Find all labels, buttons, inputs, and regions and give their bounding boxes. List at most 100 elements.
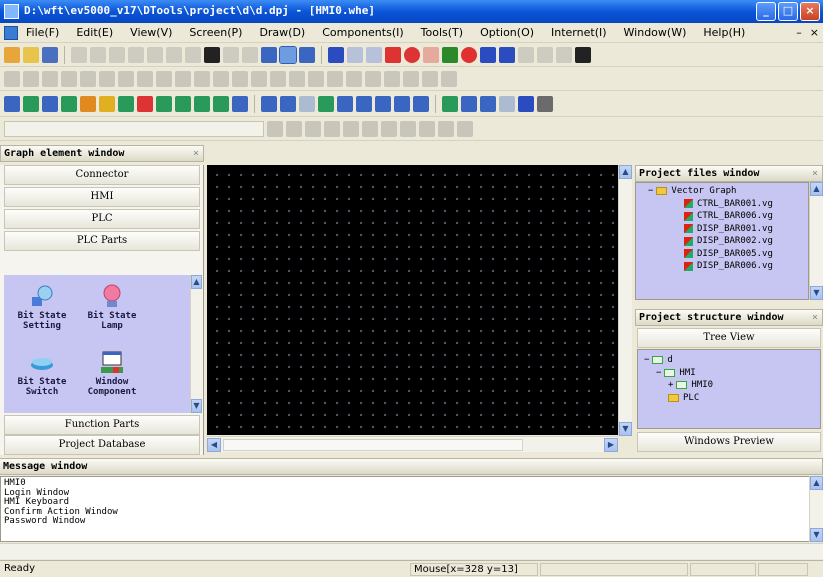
- order-icon[interactable]: [365, 70, 381, 87]
- space-v-icon[interactable]: [194, 70, 210, 87]
- page-first-icon[interactable]: [261, 95, 277, 112]
- same-width-icon[interactable]: [118, 70, 134, 87]
- ellipse-icon[interactable]: [404, 46, 420, 63]
- polygon-icon[interactable]: [442, 46, 458, 63]
- upload-icon[interactable]: [413, 95, 429, 112]
- font-color-icon[interactable]: [362, 120, 378, 137]
- nudge-icon[interactable]: [403, 70, 419, 87]
- delete-icon[interactable]: [166, 46, 182, 63]
- scroll-up-icon[interactable]: ▲: [810, 476, 823, 490]
- compile-icon[interactable]: [318, 95, 334, 112]
- grid-icon[interactable]: [279, 45, 297, 64]
- parts-scrollbar[interactable]: ▲ ▼: [190, 275, 202, 413]
- simulate-icon[interactable]: [356, 95, 372, 112]
- menu-edit[interactable]: Edit(E): [76, 26, 113, 39]
- line-color-icon[interactable]: [400, 120, 416, 137]
- save-icon[interactable]: [42, 46, 58, 63]
- category-connector[interactable]: Connector: [4, 165, 200, 185]
- paste-icon[interactable]: [109, 46, 125, 63]
- font-select[interactable]: [4, 120, 264, 137]
- arc-icon[interactable]: [423, 46, 439, 63]
- expand-icon[interactable]: +: [668, 379, 673, 392]
- collapse-icon[interactable]: −: [656, 367, 661, 380]
- menu-screen[interactable]: Screen(P): [189, 26, 242, 39]
- rotate-icon[interactable]: [327, 70, 343, 87]
- canvas-vscrollbar[interactable]: ▲ ▼: [618, 165, 632, 436]
- numeric-input-icon[interactable]: [61, 95, 77, 112]
- tree-plc[interactable]: PLC: [644, 392, 713, 405]
- scroll-up-icon[interactable]: ▲: [191, 275, 202, 289]
- flip-h-icon[interactable]: [289, 70, 305, 87]
- menu-components[interactable]: Components(I): [322, 26, 403, 39]
- menu-option[interactable]: Option(O): [480, 26, 534, 39]
- page-next-icon[interactable]: [299, 95, 315, 112]
- align-text-center-icon[interactable]: [324, 120, 340, 137]
- pointer-icon[interactable]: [328, 46, 344, 63]
- page-prev-icon[interactable]: [280, 95, 296, 112]
- open-icon[interactable]: [23, 46, 39, 63]
- meter-icon[interactable]: [118, 95, 134, 112]
- close-icon[interactable]: ×: [812, 310, 818, 325]
- align-center-icon[interactable]: [80, 70, 96, 87]
- message-window[interactable]: HMI0 Login Window HMI Keyboard Confirm A…: [0, 476, 818, 542]
- menu-help[interactable]: Help(H): [703, 26, 745, 39]
- tool-icon[interactable]: [242, 46, 258, 63]
- offline-sim-icon[interactable]: [394, 95, 410, 112]
- front-icon[interactable]: [251, 70, 267, 87]
- grid-toggle-icon[interactable]: [499, 95, 515, 112]
- circle-icon[interactable]: [461, 46, 477, 63]
- text-object-icon[interactable]: [232, 95, 248, 112]
- bit-setting-icon[interactable]: [4, 95, 20, 112]
- table-icon[interactable]: [518, 46, 534, 63]
- part-window-component[interactable]: Window Component: [82, 349, 142, 397]
- category-hmi[interactable]: HMI: [4, 187, 200, 207]
- lamp-icon[interactable]: [80, 95, 96, 112]
- tree-file[interactable]: DISP_BAR005.vg: [648, 248, 773, 261]
- collapse-icon[interactable]: −: [648, 185, 653, 198]
- history-icon[interactable]: [194, 95, 210, 112]
- tree-hmi[interactable]: − HMI: [644, 367, 713, 380]
- scale-icon[interactable]: [537, 46, 553, 63]
- part-bit-state-lamp[interactable]: Bit State Lamp: [82, 283, 142, 331]
- online-sim-icon[interactable]: [375, 95, 391, 112]
- scroll-down-icon[interactable]: ▼: [810, 528, 823, 542]
- find-icon[interactable]: [204, 46, 220, 63]
- canvas-hscrollbar[interactable]: ◀ ▶: [207, 436, 618, 452]
- align-middle-icon[interactable]: [99, 70, 115, 87]
- scroll-up-icon[interactable]: ▲: [810, 182, 823, 196]
- line-width-icon[interactable]: [438, 120, 454, 137]
- new-icon[interactable]: [4, 46, 20, 63]
- close-icon[interactable]: ×: [193, 146, 199, 161]
- polyline-icon[interactable]: [366, 46, 382, 63]
- word-setting-icon[interactable]: [23, 95, 39, 112]
- chart-icon[interactable]: [156, 95, 172, 112]
- close-icon[interactable]: ×: [812, 166, 818, 181]
- scroll-right-icon[interactable]: ▶: [604, 438, 618, 452]
- category-project-database[interactable]: Project Database: [4, 435, 200, 455]
- space-h-icon[interactable]: [175, 70, 191, 87]
- align-text-left-icon[interactable]: [305, 120, 321, 137]
- same-height-icon[interactable]: [137, 70, 153, 87]
- flip-v-icon[interactable]: [308, 70, 324, 87]
- mdi-minimize-button[interactable]: –: [796, 26, 802, 39]
- tree-file[interactable]: CTRL_BAR006.vg: [648, 210, 773, 223]
- tree-screen[interactable]: + HMI0: [644, 379, 713, 392]
- line-icon[interactable]: [347, 46, 363, 63]
- screen-icon[interactable]: [261, 46, 277, 63]
- scroll-left-icon[interactable]: ◀: [207, 438, 221, 452]
- part-bit-state-setting[interactable]: Bit State Setting: [12, 283, 72, 331]
- text-icon[interactable]: [499, 46, 515, 63]
- category-plc[interactable]: PLC: [4, 209, 200, 229]
- table-icon[interactable]: [518, 95, 534, 112]
- align-text-right-icon[interactable]: [343, 120, 359, 137]
- align-icon[interactable]: [185, 46, 201, 63]
- ungroup-icon[interactable]: [232, 70, 248, 87]
- maximize-button[interactable]: □: [778, 2, 798, 21]
- menu-internet[interactable]: Internet(I): [551, 26, 607, 39]
- part-bit-state-switch[interactable]: Bit State Switch: [12, 349, 72, 397]
- pattern-icon[interactable]: [457, 120, 473, 137]
- category-plc-parts[interactable]: PLC Parts: [4, 231, 200, 251]
- recipe-icon[interactable]: [213, 95, 229, 112]
- design-canvas[interactable]: [207, 165, 618, 435]
- scroll-down-icon[interactable]: ▼: [810, 286, 823, 300]
